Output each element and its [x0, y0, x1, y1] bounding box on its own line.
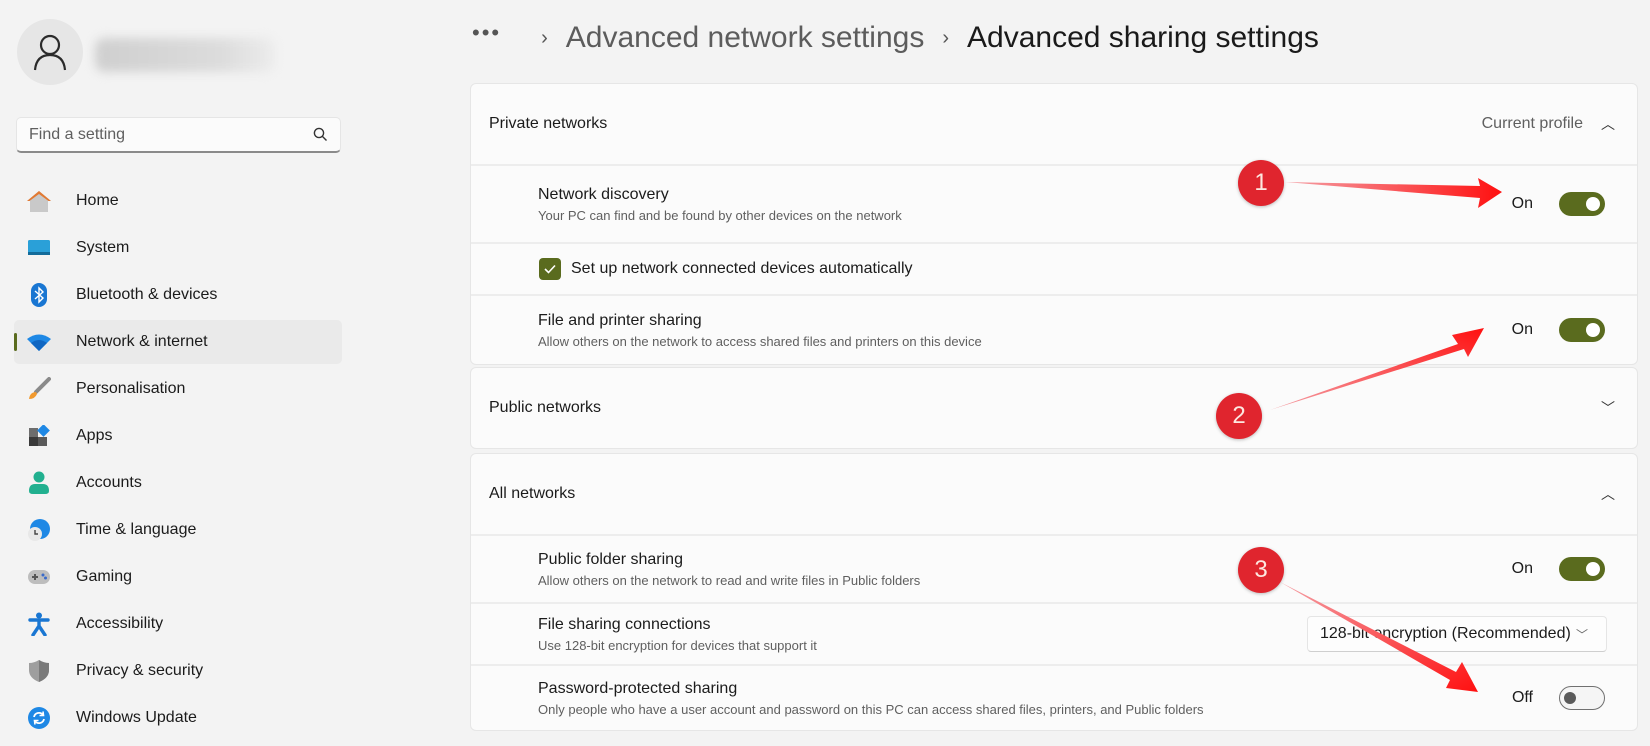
user-avatar[interactable]	[17, 19, 83, 85]
sidebar-item-label: Gaming	[76, 568, 133, 585]
bluetooth-icon	[26, 282, 52, 308]
setting-description: Allow others on the network to read and …	[538, 572, 921, 588]
all-networks-section: All networks ︿ Public folder sharing All…	[470, 453, 1638, 731]
checkmark-icon	[544, 264, 556, 274]
setting-label: File and printer sharing	[538, 311, 702, 329]
file-sharing-connections-row: File sharing connections Use 128-bit enc…	[471, 602, 1637, 664]
setting-description: Your PC can find and be found by other d…	[538, 207, 902, 223]
toggle-state-label: On	[1511, 321, 1533, 338]
public-folder-sharing-row: Public folder sharing Allow others on th…	[471, 534, 1637, 602]
encryption-dropdown[interactable]: 128-bit encryption (Recommended) ﹀	[1307, 616, 1607, 652]
public-networks-header[interactable]: Public networks ﹀	[471, 368, 1637, 448]
sidebar-nav: Home System Bluetooth & devices Network …	[14, 179, 342, 743]
sidebar-item-time-language[interactable]: Time & language	[14, 508, 342, 552]
current-profile-label: Current profile	[1481, 115, 1583, 132]
system-icon	[26, 235, 52, 261]
breadcrumb: ••• › Advanced network settings › Advanc…	[472, 14, 1319, 62]
public-networks-section: Public networks ﹀	[470, 367, 1638, 449]
file-printer-sharing-toggle[interactable]	[1559, 318, 1605, 342]
checkbox-label[interactable]: Set up network connected devices automat…	[571, 260, 913, 278]
sidebar-item-label: Bluetooth & devices	[76, 286, 218, 303]
public-folder-sharing-toggle[interactable]	[1559, 557, 1605, 581]
chevron-up-icon[interactable]: ︿	[1597, 484, 1619, 504]
setting-label: Network discovery	[538, 185, 669, 203]
update-icon	[26, 705, 52, 731]
person-icon	[33, 34, 67, 71]
section-title: Private networks	[489, 115, 608, 132]
apps-icon	[26, 423, 52, 449]
accessibility-icon	[26, 611, 52, 637]
auto-setup-row: Set up network connected devices automat…	[471, 242, 1637, 294]
network-discovery-toggle[interactable]	[1559, 192, 1605, 216]
annotation-badge-2: 2	[1216, 393, 1262, 439]
setting-label: File sharing connections	[538, 615, 711, 633]
search-input[interactable]	[29, 125, 313, 144]
breadcrumb-more-button[interactable]: •••	[472, 20, 501, 46]
sidebar-item-apps[interactable]: Apps	[14, 414, 342, 458]
sidebar: Home System Bluetooth & devices Network …	[0, 0, 350, 746]
auto-setup-checkbox[interactable]	[539, 258, 561, 280]
toggle-state-label: On	[1511, 560, 1533, 577]
home-icon	[26, 188, 52, 214]
account-icon	[26, 470, 52, 496]
toggle-state-label: On	[1511, 195, 1533, 212]
sidebar-item-accessibility[interactable]: Accessibility	[14, 602, 342, 646]
chevron-up-icon[interactable]: ︿	[1597, 114, 1619, 134]
annotation-badge-1: 1	[1238, 160, 1284, 206]
section-title: Public networks	[489, 399, 602, 416]
sidebar-item-windows-update[interactable]: Windows Update	[14, 696, 342, 740]
private-networks-header[interactable]: Private networks Current profile ︿	[471, 84, 1637, 164]
dropdown-value: 128-bit encryption (Recommended)	[1320, 625, 1571, 642]
password-protected-sharing-toggle[interactable]	[1559, 686, 1605, 710]
setting-description: Allow others on the network to access sh…	[538, 333, 982, 349]
setting-label: Public folder sharing	[538, 550, 683, 568]
sidebar-item-gaming[interactable]: Gaming	[14, 555, 342, 599]
sidebar-item-label: Personalisation	[76, 380, 186, 397]
chevron-down-icon[interactable]: ﹀	[1597, 398, 1619, 418]
password-protected-sharing-row: Password-protected sharing Only people w…	[471, 664, 1637, 730]
search-icon[interactable]	[313, 127, 328, 142]
setting-description: Use 128-bit encryption for devices that …	[538, 637, 817, 653]
brush-icon	[26, 376, 52, 402]
sidebar-item-accounts[interactable]: Accounts	[14, 461, 342, 505]
sidebar-item-label: Apps	[76, 427, 113, 444]
chevron-right-icon: ›	[942, 26, 949, 49]
gamepad-icon	[26, 564, 52, 590]
file-printer-sharing-row: File and printer sharing Allow others on…	[471, 294, 1637, 364]
shield-icon	[26, 658, 52, 684]
sidebar-item-label: Home	[76, 192, 119, 209]
sidebar-item-label: Network & internet	[76, 333, 208, 350]
network-discovery-row: Network discovery Your PC can find and b…	[471, 164, 1637, 242]
setting-description: Only people who have a user account and …	[538, 701, 1204, 717]
breadcrumb-parent-link[interactable]: Advanced network settings	[566, 21, 925, 55]
globe-clock-icon	[26, 517, 52, 543]
user-name-blurred	[95, 38, 275, 72]
search-box[interactable]	[16, 117, 341, 153]
private-networks-section: Private networks Current profile ︿ Netwo…	[470, 83, 1638, 365]
sidebar-item-personalisation[interactable]: Personalisation	[14, 367, 342, 411]
sidebar-item-label: Privacy & security	[76, 662, 204, 679]
wifi-icon	[26, 329, 52, 355]
sidebar-item-network[interactable]: Network & internet	[14, 320, 342, 364]
toggle-state-label: Off	[1511, 689, 1533, 706]
setting-label: Password-protected sharing	[538, 679, 738, 697]
sidebar-item-privacy-security[interactable]: Privacy & security	[14, 649, 342, 693]
sidebar-item-label: Time & language	[76, 521, 197, 538]
chevron-down-icon: ﹀	[1575, 627, 1588, 642]
annotation-badge-3: 3	[1238, 547, 1284, 593]
chevron-right-icon: ›	[541, 26, 548, 49]
sidebar-item-system[interactable]: System	[14, 226, 342, 270]
section-title: All networks	[489, 485, 576, 502]
sidebar-item-home[interactable]: Home	[14, 179, 342, 223]
sidebar-item-bluetooth[interactable]: Bluetooth & devices	[14, 273, 342, 317]
page-title: Advanced sharing settings	[967, 21, 1319, 54]
sidebar-item-label: Accessibility	[76, 615, 164, 632]
sidebar-item-label: Windows Update	[76, 709, 197, 726]
sidebar-item-label: Accounts	[76, 474, 142, 491]
sidebar-item-label: System	[76, 239, 130, 256]
all-networks-header[interactable]: All networks ︿	[471, 454, 1637, 534]
